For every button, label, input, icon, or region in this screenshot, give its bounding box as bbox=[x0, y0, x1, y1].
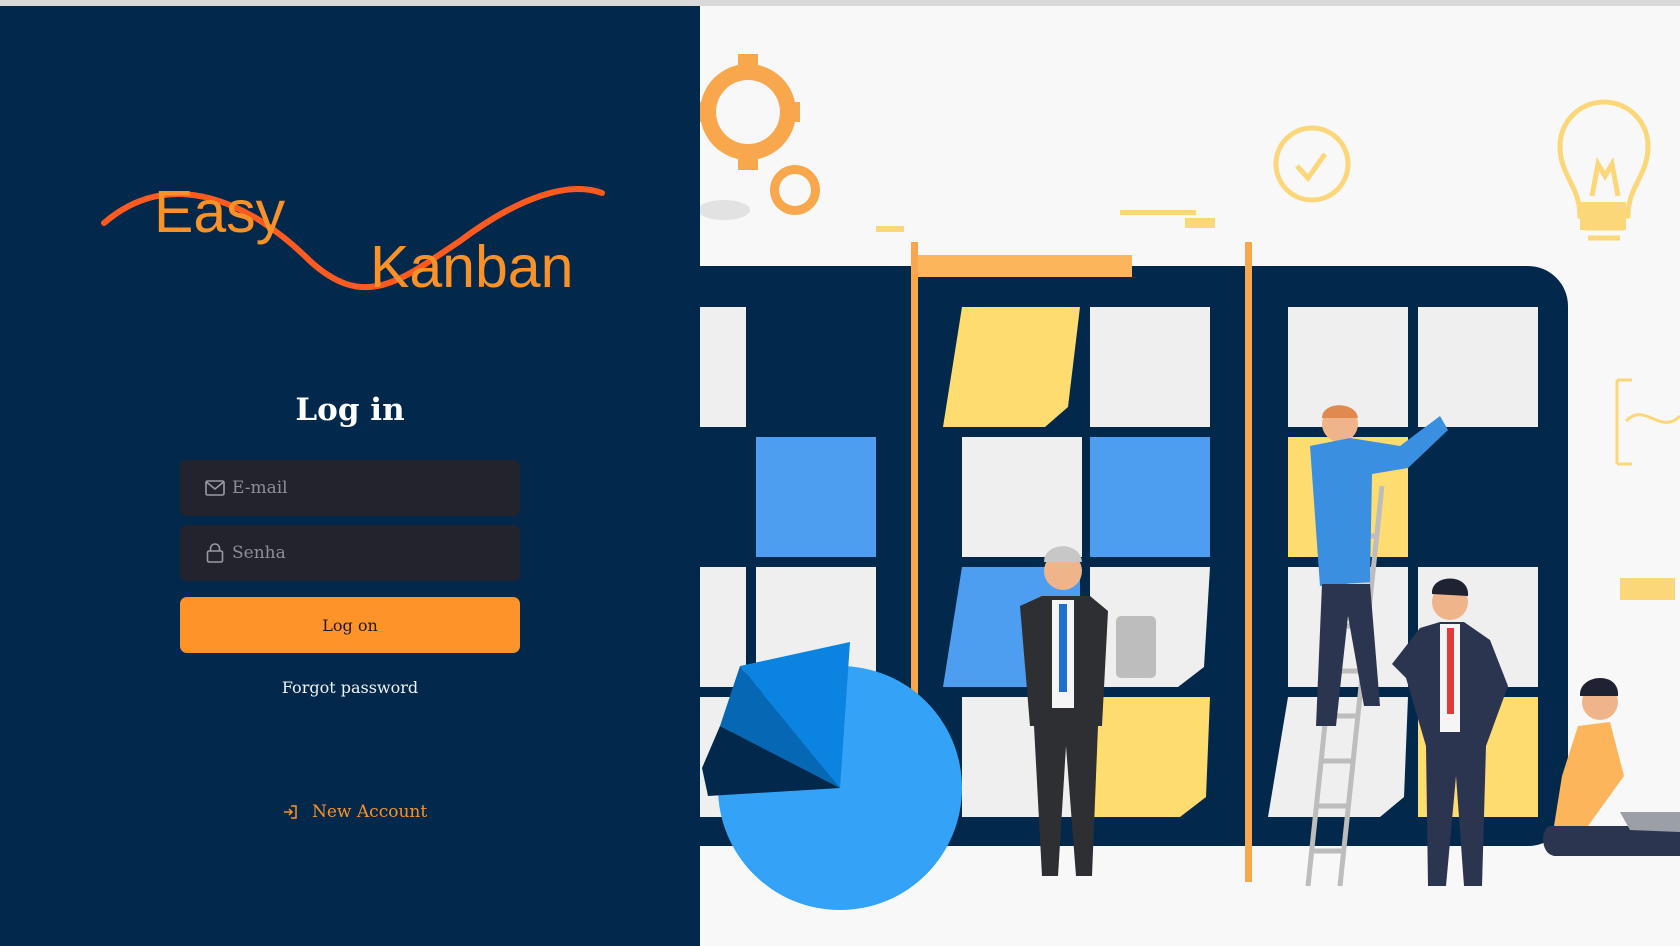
logo-word-easy: Easy bbox=[154, 179, 286, 245]
password-input[interactable] bbox=[230, 542, 520, 564]
clock-icon bbox=[1273, 125, 1351, 203]
login-panel: Easy Kanban Log in Log on Forgot passwor… bbox=[0, 6, 700, 946]
login-title: Log in bbox=[295, 392, 405, 428]
new-account-link[interactable]: New Account bbox=[282, 802, 427, 822]
forgot-password-link[interactable]: Forgot password bbox=[0, 678, 700, 697]
email-field[interactable] bbox=[180, 460, 520, 516]
password-field[interactable] bbox=[180, 525, 520, 581]
gear-icon bbox=[700, 54, 800, 170]
kanban-team-illustration bbox=[700, 54, 1680, 910]
app-logo: Easy Kanban bbox=[100, 171, 610, 311]
logo-word-kanban: Kanban bbox=[370, 234, 574, 300]
small-gear-icon bbox=[770, 165, 820, 215]
log-on-button[interactable]: Log on bbox=[180, 597, 520, 653]
sign-in-arrow-icon bbox=[282, 804, 298, 820]
email-input[interactable] bbox=[230, 477, 520, 499]
new-account-label: New Account bbox=[312, 802, 428, 822]
